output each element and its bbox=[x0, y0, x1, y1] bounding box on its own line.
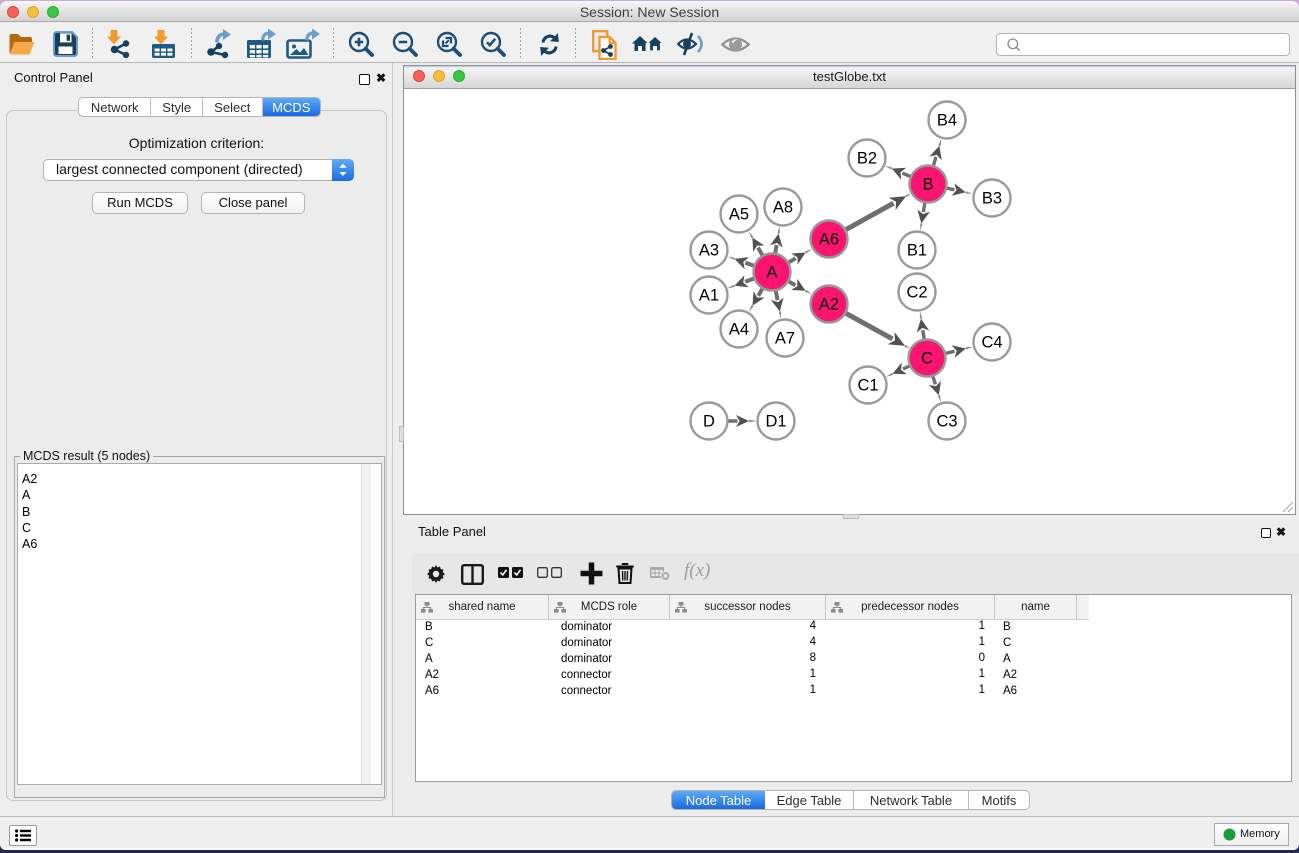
svg-text:C1: C1 bbox=[857, 377, 878, 395]
svg-text:A7: A7 bbox=[775, 330, 795, 348]
svg-text:B2: B2 bbox=[857, 150, 877, 168]
svg-text:C3: C3 bbox=[936, 413, 957, 431]
svg-text:C4: C4 bbox=[981, 334, 1002, 352]
svg-text:A6: A6 bbox=[819, 231, 839, 249]
svg-text:A: A bbox=[766, 264, 777, 282]
svg-text:D1: D1 bbox=[765, 413, 786, 431]
svg-text:D: D bbox=[703, 413, 715, 431]
svg-text:A4: A4 bbox=[729, 321, 749, 339]
svg-text:B1: B1 bbox=[907, 242, 927, 260]
svg-text:B4: B4 bbox=[937, 112, 957, 130]
svg-text:A2: A2 bbox=[819, 296, 839, 314]
svg-text:C: C bbox=[921, 350, 933, 368]
svg-text:A8: A8 bbox=[773, 199, 793, 217]
svg-text:A3: A3 bbox=[699, 242, 719, 260]
svg-text:B3: B3 bbox=[982, 190, 1002, 208]
svg-text:C2: C2 bbox=[906, 284, 927, 302]
svg-text:A1: A1 bbox=[699, 287, 719, 305]
svg-text:A5: A5 bbox=[729, 206, 749, 224]
svg-text:B: B bbox=[922, 176, 933, 194]
